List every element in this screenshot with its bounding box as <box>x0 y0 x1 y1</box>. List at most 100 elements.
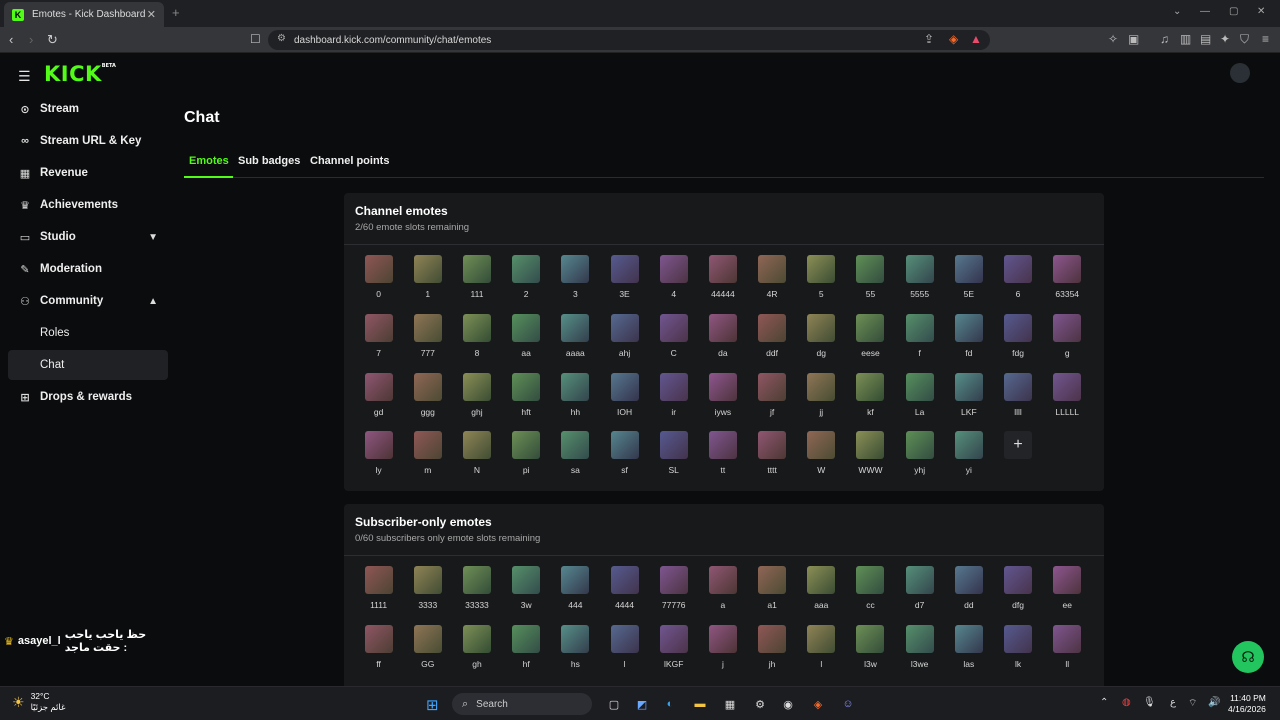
new-tab-icon[interactable]: + <box>172 5 180 20</box>
file-explorer-icon[interactable]: ▬ <box>692 696 708 712</box>
emote-item[interactable]: yhj <box>895 431 944 490</box>
emote-item[interactable]: pi <box>502 431 551 490</box>
emote-item[interactable]: m <box>403 431 452 490</box>
add-emote-button[interactable]: + <box>993 431 1042 490</box>
emote-item[interactable]: LKF <box>944 372 993 432</box>
sidebar-item-stream[interactable]: ⊙ Stream <box>8 94 168 124</box>
close-window-icon[interactable]: ✕ <box>1257 6 1265 17</box>
microphone-icon[interactable]: 🎙 <box>1143 697 1156 708</box>
emote-item[interactable]: lk <box>993 624 1042 684</box>
emote-item[interactable]: LLLLL <box>1043 372 1092 432</box>
emote-item[interactable]: dg <box>797 313 846 373</box>
emote-item[interactable]: jh <box>748 624 797 684</box>
emote-item[interactable]: ly <box>354 431 403 490</box>
emote-item[interactable]: ee <box>1043 566 1092 625</box>
emote-item[interactable]: 5E <box>944 255 993 314</box>
emote-item[interactable]: las <box>944 624 993 684</box>
menu-icon[interactable]: ≡ <box>1262 32 1269 46</box>
emote-item[interactable]: WWW <box>846 431 895 490</box>
address-bar[interactable]: ⚙ dashboard.kick.com/community/chat/emot… <box>268 30 990 50</box>
support-chat-button[interactable]: ☊ <box>1232 641 1264 673</box>
reload-icon[interactable]: ↻ <box>47 32 58 48</box>
sidebar-item-drops-rewards[interactable]: ⊞ Drops & rewards <box>8 382 168 412</box>
emote-item[interactable]: 6 <box>993 255 1042 314</box>
share-icon[interactable]: ⇪ <box>924 32 934 46</box>
emote-item[interactable]: 55 <box>846 255 895 314</box>
emote-item[interactable]: fdg <box>993 313 1042 373</box>
emote-item[interactable]: gd <box>354 372 403 432</box>
emote-item[interactable]: jf <box>748 372 797 432</box>
emote-item[interactable]: 8 <box>452 313 501 373</box>
emote-item[interactable]: ddf <box>748 313 797 373</box>
brave-taskbar-icon[interactable]: ◈ <box>810 696 826 712</box>
media-icon[interactable]: ♫ <box>1160 32 1169 46</box>
sidebar-toggle-icon[interactable]: ▥ <box>1180 32 1191 46</box>
edge-icon[interactable]: ◐ <box>662 696 678 712</box>
emote-item[interactable]: l3we <box>895 624 944 684</box>
emote-item[interactable]: j <box>698 624 747 684</box>
emote-item[interactable]: 44444 <box>698 255 747 314</box>
weather-widget[interactable]: ☀ 32°C غائم جزئيًا <box>12 691 65 713</box>
emote-item[interactable]: d7 <box>895 566 944 625</box>
emote-item[interactable]: lKGF <box>649 624 698 684</box>
emote-item[interactable]: ir <box>649 372 698 432</box>
emote-item[interactable]: 2 <box>502 255 551 314</box>
brave-shields-icon[interactable]: ◈ <box>949 32 958 46</box>
close-tab-icon[interactable]: ✕ <box>147 8 156 21</box>
emote-item[interactable]: sf <box>600 431 649 490</box>
emote-item[interactable]: sa <box>551 431 600 490</box>
wallet-icon[interactable]: ▤ <box>1200 32 1211 46</box>
leo-ai-icon[interactable]: ✦ <box>1220 32 1230 46</box>
sidebar-item-chat[interactable]: Chat <box>8 350 168 380</box>
emote-item[interactable]: SL <box>649 431 698 490</box>
emote-item[interactable]: hf <box>502 624 551 684</box>
volume-icon[interactable]: 🔊 <box>1208 697 1220 708</box>
emote-item[interactable]: aa <box>502 313 551 373</box>
emote-item[interactable]: a1 <box>748 566 797 625</box>
emote-item[interactable]: 3 <box>551 255 600 314</box>
emote-item[interactable]: l3w <box>846 624 895 684</box>
emote-item[interactable]: da <box>698 313 747 373</box>
emote-item[interactable]: a <box>698 566 747 625</box>
tab-emotes[interactable]: Emotes <box>189 155 229 167</box>
emote-item[interactable]: eese <box>846 313 895 373</box>
tab-channel-points[interactable]: Channel points <box>310 155 389 167</box>
emote-item[interactable]: 5555 <box>895 255 944 314</box>
back-icon[interactable]: ‹ <box>9 32 13 47</box>
emote-item[interactable]: 4 <box>649 255 698 314</box>
task-view-icon[interactable]: ▢ <box>606 696 622 712</box>
widgets-icon[interactable]: ◩ <box>634 696 650 712</box>
tray-app-icon[interactable]: ◍ <box>1122 697 1131 708</box>
sidebar-item-achievements[interactable]: ♛ Achievements <box>8 190 168 220</box>
maximize-icon[interactable]: ▢ <box>1229 6 1238 17</box>
store-icon[interactable]: ▦ <box>722 696 738 712</box>
emote-item[interactable]: 77776 <box>649 566 698 625</box>
emote-item[interactable]: 63354 <box>1043 255 1092 314</box>
minimize-icon[interactable]: — <box>1200 6 1210 17</box>
emote-item[interactable]: GG <box>403 624 452 684</box>
emote-item[interactable]: llll <box>993 372 1042 432</box>
emote-item[interactable]: 111 <box>452 255 501 314</box>
discord-icon[interactable]: ☺ <box>840 696 856 712</box>
emote-item[interactable]: tttt <box>748 431 797 490</box>
tray-chevron-up-icon[interactable]: ⌃ <box>1100 697 1108 708</box>
emote-item[interactable]: ahj <box>600 313 649 373</box>
sidebar-item-moderation[interactable]: ✎ Moderation <box>8 254 168 284</box>
bookmark-icon[interactable]: ☐ <box>250 32 261 46</box>
emote-item[interactable]: ghj <box>452 372 501 432</box>
emote-item[interactable]: IOH <box>600 372 649 432</box>
emote-item[interactable]: ff <box>354 624 403 684</box>
windows-start-icon[interactable]: ⊞ <box>426 696 439 714</box>
browser-tab[interactable]: K Emotes - Kick Dashboard ✕ <box>4 2 164 27</box>
emote-item[interactable]: 1111 <box>354 566 403 625</box>
steam-icon[interactable]: ◉ <box>780 696 796 712</box>
forward-icon[interactable]: › <box>29 32 33 47</box>
emote-item[interactable]: cc <box>846 566 895 625</box>
emote-item[interactable]: C <box>649 313 698 373</box>
emote-item[interactable]: 777 <box>403 313 452 373</box>
emote-item[interactable]: N <box>452 431 501 490</box>
emote-item[interactable]: ggg <box>403 372 452 432</box>
emote-item[interactable]: dfg <box>993 566 1042 625</box>
emote-item[interactable]: hft <box>502 372 551 432</box>
emote-item[interactable]: 4444 <box>600 566 649 625</box>
